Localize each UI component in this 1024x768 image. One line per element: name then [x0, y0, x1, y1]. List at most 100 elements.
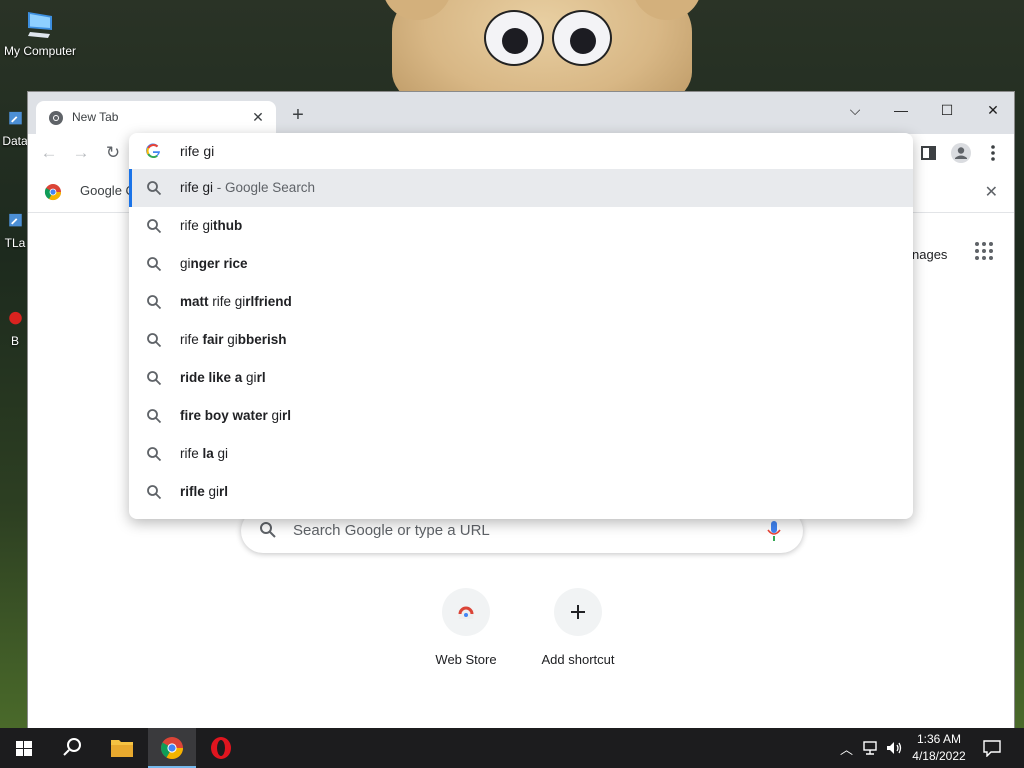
- suggestion-item[interactable]: rife github: [129, 207, 913, 245]
- suggestion-item[interactable]: matt rife girlfriend: [129, 283, 913, 321]
- chrome-logo-icon: [161, 737, 183, 759]
- add-shortcut-icon-circle: [554, 588, 602, 636]
- profile-avatar-icon[interactable]: [950, 142, 972, 164]
- desktop-icon-b[interactable]: B: [0, 310, 30, 348]
- search-icon: [260, 522, 276, 538]
- shortcut-icon: [9, 213, 22, 227]
- suggestion-item[interactable]: ginger rice: [129, 245, 913, 283]
- desktop-icon-label: TLa: [4, 236, 26, 250]
- bear-pupil: [570, 28, 596, 54]
- ntp-search-placeholder: Search Google or type a URL: [293, 522, 490, 539]
- suggestion-item[interactable]: ride like a girl: [129, 359, 913, 397]
- suggestion-fragment: fire boy water: [180, 408, 268, 423]
- maximize-button[interactable]: ☐: [924, 96, 970, 124]
- suggestion-text: rife fair gibberish: [180, 332, 287, 347]
- search-icon: [147, 409, 162, 424]
- minimize-button[interactable]: —: [878, 96, 924, 124]
- suggestion-fragment: ride like a: [180, 370, 243, 385]
- web-store-icon-circle: [442, 588, 490, 636]
- search-icon[interactable]: [48, 728, 96, 768]
- suggestion-text: ginger rice: [180, 256, 248, 271]
- shortcut-web-store[interactable]: Web Store: [411, 588, 521, 667]
- more-menu-icon[interactable]: [982, 142, 1004, 164]
- desktop-icon-data[interactable]: Data: [0, 110, 30, 148]
- clock-time: 1:36 AM: [916, 732, 962, 746]
- search-icon: [147, 295, 162, 310]
- network-icon[interactable]: [862, 740, 880, 756]
- suggestion-fragment: gi: [223, 332, 238, 347]
- taskbar-clock[interactable]: 1:36 AM 4/18/2022: [906, 731, 972, 765]
- bear-ear-left: [382, 0, 452, 20]
- reload-button[interactable]: ↻: [102, 142, 124, 164]
- volume-icon[interactable]: [885, 740, 903, 756]
- suggestion-item[interactable]: rife gi - Google Search: [129, 169, 913, 207]
- side-panel-icon[interactable]: [918, 142, 940, 164]
- taskbar: ︿ 1:36 AM 4/18/2022: [0, 728, 1024, 768]
- suggestion-item[interactable]: fire boy water girl: [129, 397, 913, 435]
- chrome-taskbar-button[interactable]: [148, 728, 196, 768]
- omnibox-input-row[interactable]: rife gi: [129, 133, 913, 169]
- images-link[interactable]: nages: [912, 247, 947, 262]
- suggestion-item[interactable]: rife la gi: [129, 435, 913, 473]
- suggestion-text: fire boy water girl: [180, 408, 291, 423]
- suggestion-hint: - Google Search: [213, 180, 316, 195]
- desktop-icon-tla[interactable]: TLa: [0, 212, 30, 250]
- search-icon: [147, 447, 162, 462]
- new-tab-button[interactable]: +: [286, 104, 310, 128]
- bear-pupil: [502, 28, 528, 54]
- suggestion-fragment: nger rice: [190, 256, 248, 271]
- close-window-button[interactable]: ✕: [970, 96, 1016, 124]
- bear-eye-right: [552, 10, 612, 66]
- bookmark-item[interactable]: Google C: [80, 183, 135, 198]
- voice-search-icon[interactable]: [767, 520, 781, 542]
- plus-icon: [571, 605, 585, 619]
- tab-new-tab[interactable]: New Tab ✕: [36, 101, 276, 134]
- tab-strip: New Tab ✕ + ⌵ — ☐ ✕: [28, 92, 1014, 134]
- back-button[interactable]: ←: [38, 142, 60, 164]
- suggestion-fragment: rl: [282, 408, 292, 423]
- suggestion-text: matt rife girlfriend: [180, 294, 292, 309]
- suggestion-text: rife la gi: [180, 446, 228, 461]
- desktop-icon-my-computer[interactable]: My Computer: [0, 10, 80, 58]
- suggestion-fragment: rife: [180, 446, 203, 461]
- suggestion-text: ride like a girl: [180, 370, 266, 385]
- search-icon: [147, 219, 162, 234]
- suggestion-fragment: rife gi: [208, 294, 246, 309]
- omnibox-dropdown: rife gi rife gi - Google Search rife gith…: [129, 133, 913, 519]
- file-explorer-icon[interactable]: [98, 728, 146, 768]
- google-g-icon: [146, 143, 160, 159]
- suggestion-item[interactable]: rifle girl: [129, 473, 913, 511]
- shortcut-icon: [9, 311, 22, 325]
- apps-grid-icon[interactable]: [972, 239, 996, 263]
- tab-search-icon[interactable]: ⌵: [832, 96, 878, 124]
- shortcut-icon: [9, 111, 22, 125]
- tab-close-icon[interactable]: ✕: [248, 107, 268, 127]
- suggestion-fragment: gi: [242, 370, 257, 385]
- suggestion-item[interactable]: rife fair gibberish: [129, 321, 913, 359]
- suggestion-fragment: bberish: [237, 332, 287, 347]
- suggestion-text: rife github: [180, 218, 242, 233]
- tab-title: New Tab: [72, 110, 119, 124]
- shortcut-add[interactable]: Add shortcut: [523, 588, 633, 667]
- search-icon: [147, 181, 162, 196]
- desktop-icon-label: Data: [2, 134, 28, 148]
- suggestion-fragment: fair: [202, 332, 224, 347]
- suggestion-fragment: thub: [213, 218, 243, 233]
- suggestion-fragment: rife: [180, 332, 203, 347]
- desktop-icon-label: My Computer: [3, 44, 77, 58]
- shortcut-label: Add shortcut: [541, 652, 615, 667]
- suggestion-fragment: rl: [256, 370, 266, 385]
- desktop-icon-label: B: [10, 334, 19, 348]
- omnibox-input[interactable]: rife gi: [180, 143, 214, 159]
- chrome-icon: [49, 111, 63, 125]
- windows-start-icon[interactable]: [0, 728, 48, 768]
- suggestion-fragment: gi: [213, 446, 229, 461]
- search-icon: [147, 485, 162, 500]
- tray-chevron-icon[interactable]: ︿: [840, 739, 853, 758]
- suggestion-text: rife gi - Google Search: [180, 180, 315, 195]
- forward-button[interactable]: →: [70, 142, 92, 164]
- notification-icon[interactable]: [982, 739, 1002, 757]
- shortcut-label: Web Store: [435, 652, 497, 667]
- opera-icon[interactable]: [197, 728, 245, 768]
- bookmark-close-icon[interactable]: ✕: [985, 182, 998, 202]
